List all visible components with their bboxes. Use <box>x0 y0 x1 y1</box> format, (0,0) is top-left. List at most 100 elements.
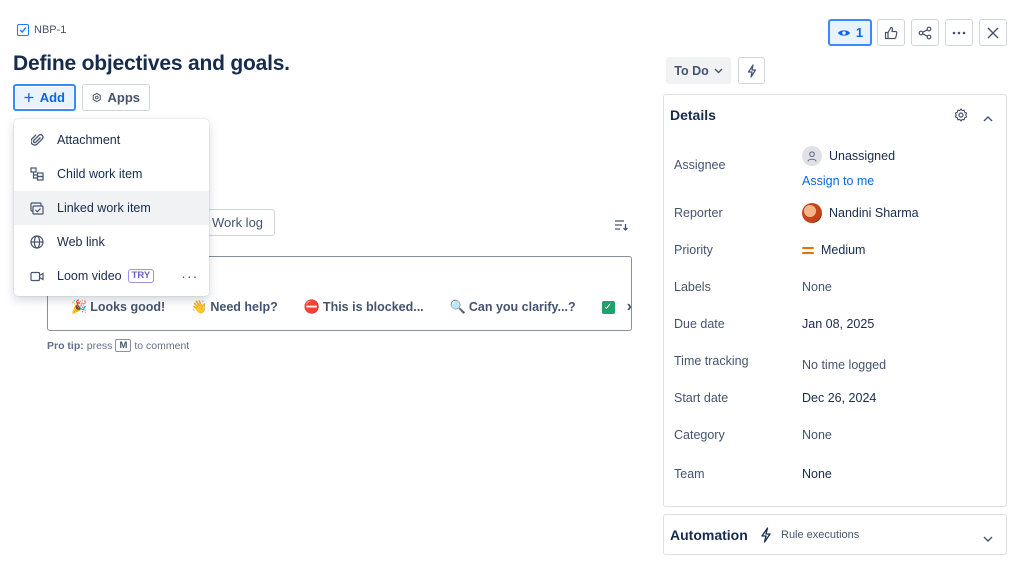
quick-reply-label: Can you clarify...? <box>468 300 576 314</box>
collapse-chevron-up-icon[interactable] <box>983 110 993 125</box>
party-emoji-icon: 🎉 <box>71 299 88 314</box>
menu-item-label: Child work item <box>57 167 143 181</box>
tab-work-log[interactable]: Work log <box>200 209 275 236</box>
status-dropdown[interactable]: To Do <box>666 57 731 84</box>
globe-icon <box>30 235 44 249</box>
issue-key[interactable]: NBP-1 <box>34 24 66 36</box>
task-checkbox-icon <box>17 24 29 36</box>
menu-item-attachment[interactable]: Attachment <box>14 123 209 157</box>
more-actions-button[interactable] <box>945 19 973 46</box>
chevron-down-icon <box>714 68 723 73</box>
pro-tip: Pro tip: press M to comment <box>47 339 189 352</box>
pro-tip-press: press <box>86 339 113 352</box>
share-button[interactable] <box>911 19 939 46</box>
priority-value[interactable]: Medium <box>802 243 865 257</box>
due-date-label: Due date <box>674 317 725 331</box>
watch-count: 1 <box>855 25 864 40</box>
watch-button[interactable]: 1 <box>828 19 872 46</box>
team-value[interactable]: None <box>802 467 832 481</box>
status-label: To Do <box>674 63 709 78</box>
apps-icon <box>92 92 101 103</box>
settings-icon[interactable] <box>954 108 968 125</box>
close-icon <box>987 27 999 38</box>
reporter-label: Reporter <box>674 206 723 220</box>
add-button[interactable]: Add <box>13 84 76 111</box>
apps-button[interactable]: Apps <box>82 84 150 111</box>
menu-item-label: Web link <box>57 235 105 249</box>
quick-reply-label: Need help? <box>210 300 278 314</box>
priority-medium-icon <box>802 246 814 254</box>
team-label: Team <box>674 467 705 481</box>
category-value[interactable]: None <box>802 428 832 442</box>
reporter-value[interactable]: Nandini Sharma <box>802 203 919 223</box>
sort-icon[interactable] <box>614 219 628 234</box>
paperclip-icon <box>30 133 44 147</box>
assignee-label: Assignee <box>674 158 726 172</box>
add-button-label: Add <box>39 90 65 105</box>
link-item-icon <box>30 201 44 215</box>
pro-tip-suffix: to comment <box>134 339 190 352</box>
quick-reply-clarify[interactable]: 🔍 Can you clarify...? <box>450 299 576 315</box>
checkmark-emoji-icon[interactable]: ✓ <box>601 300 615 314</box>
add-dropdown-menu: Attachment Child work item Linked work i… <box>14 119 209 296</box>
category-label: Category <box>674 428 725 442</box>
start-date-value[interactable]: Dec 26, 2024 <box>802 391 876 405</box>
labels-value[interactable]: None <box>802 280 832 294</box>
like-button[interactable] <box>877 19 905 46</box>
share-icon <box>918 26 932 39</box>
expand-chevron-down-icon[interactable] <box>983 531 993 546</box>
labels-label: Labels <box>674 280 711 294</box>
wave-emoji-icon: 👋 <box>191 299 208 314</box>
assignee-value[interactable]: Unassigned <box>802 146 895 166</box>
menu-item-linked-work-item[interactable]: Linked work item <box>14 191 209 225</box>
avatar <box>802 203 822 223</box>
lightning-icon <box>761 527 771 543</box>
time-tracking-label: Time tracking <box>674 354 749 368</box>
menu-item-web-link[interactable]: Web link <box>14 225 209 259</box>
menu-item-child-work-item[interactable]: Child work item <box>14 157 209 191</box>
more-options-icon[interactable]: ··· <box>181 268 198 284</box>
lightning-icon <box>747 63 756 78</box>
thumbs-up-icon <box>884 26 898 39</box>
eye-icon <box>837 29 850 36</box>
automation-subtitle: Rule executions <box>760 527 859 543</box>
plus-icon <box>24 93 34 102</box>
quick-reply-looks-good[interactable]: 🎉 Looks good! <box>71 299 165 315</box>
child-item-icon <box>30 167 44 181</box>
assign-to-me-link[interactable]: Assign to me <box>802 174 874 188</box>
priority-label: Priority <box>674 243 713 257</box>
magnifier-emoji-icon: 🔍 <box>449 299 466 314</box>
quick-reply-label: This is blocked... <box>322 300 424 314</box>
quick-replies: 🎉 Looks good! 👋 Need help? ⛔ This is blo… <box>71 298 632 316</box>
avatar-placeholder-icon <box>802 146 822 166</box>
close-button[interactable] <box>979 19 1007 46</box>
quick-replies-next-button[interactable]: › <box>627 298 632 316</box>
due-date-value[interactable]: Jan 08, 2025 <box>802 317 874 331</box>
try-badge: TRY <box>127 269 155 283</box>
quick-reply-label: Looks good! <box>90 300 166 314</box>
page-title[interactable]: Define objectives and goals. <box>13 52 290 76</box>
menu-item-label: Attachment <box>57 133 121 147</box>
quick-reply-need-help[interactable]: 👋 Need help? <box>191 299 278 315</box>
rule-executions-text: Rule executions <box>781 529 860 541</box>
details-title[interactable]: Details <box>670 107 716 123</box>
menu-item-label: Loom video <box>57 269 122 283</box>
no-entry-emoji-icon: ⛔ <box>303 299 320 314</box>
breadcrumb[interactable]: NBP-1 <box>17 24 66 36</box>
reporter-name: Nandini Sharma <box>829 206 919 220</box>
keyboard-shortcut-key: M <box>115 339 132 352</box>
pro-tip-prefix: Pro tip: <box>47 339 84 352</box>
apps-button-label: Apps <box>107 90 141 105</box>
time-tracking-value[interactable]: No time logged <box>802 358 886 372</box>
more-icon <box>952 31 966 34</box>
automation-button[interactable] <box>738 57 765 84</box>
priority-text: Medium <box>821 243 866 257</box>
start-date-label: Start date <box>674 391 729 405</box>
assignee-name: Unassigned <box>829 149 896 163</box>
menu-item-loom-video[interactable]: Loom video TRY ··· <box>14 259 209 293</box>
menu-item-label: Linked work item <box>57 201 151 215</box>
automation-title[interactable]: Automation <box>670 527 748 543</box>
video-icon <box>30 269 44 283</box>
quick-reply-blocked[interactable]: ⛔ This is blocked... <box>304 299 424 315</box>
tab-work-log-label: Work log <box>211 215 264 230</box>
